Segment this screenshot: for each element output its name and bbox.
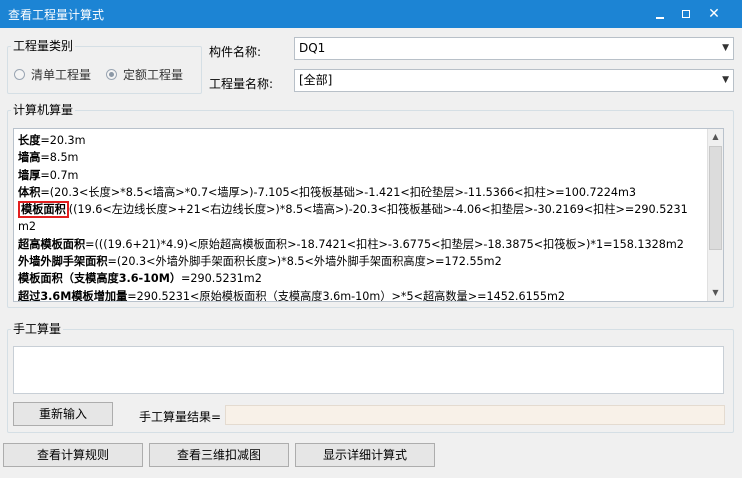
quantity-name-select[interactable]: [全部] ▼ (294, 69, 734, 92)
component-name-select[interactable]: DQ1 ▼ (294, 37, 734, 60)
title-bar[interactable]: 查看工程量计算式 ✕ (0, 0, 742, 28)
radio-circle-bill (14, 69, 25, 80)
maximize-icon[interactable] (676, 4, 696, 24)
calc-formula-window: 查看工程量计算式 ✕ 工程量类别 清单工程量 定额工程量 构件名称: DQ1 ▼… (0, 0, 742, 478)
reenter-button[interactable]: 重新输入 (13, 402, 113, 426)
view-calc-rules-button[interactable]: 查看计算规则 (3, 443, 143, 467)
calc-line: 超过3.6M模板增加量=290.5231<原始模板面积（支模高度3.6m-10m… (18, 288, 708, 302)
calc-line: 长度=20.3m (18, 132, 708, 149)
calc-line-text: =8.5m (40, 151, 79, 165)
calc-line: 墙厚=0.7m (18, 167, 708, 184)
radio-quota-label: 定额工程量 (123, 68, 184, 82)
calc-line-text: ((19.6<左边线长度>+21<右边线长度>)*8.5<墙高>)-20.3<扣… (68, 203, 688, 217)
radio-circle-quota (106, 69, 117, 80)
scroll-down-icon[interactable]: ▼ (708, 285, 723, 301)
calc-lines: 长度=20.3m 墙高=8.5m 墙厚=0.7m 体积=(20.3<长度>*8.… (18, 132, 708, 302)
calc-line: 超高模板面积=(((19.6+21)*4.9)<原始超高模板面积>-18.742… (18, 236, 708, 253)
component-name-label: 构件名称: (209, 45, 262, 59)
calc-line-text: =0.7m (40, 168, 79, 182)
scroll-up-icon[interactable]: ▲ (708, 129, 723, 145)
vertical-scrollbar[interactable]: ▲ ▼ (707, 129, 723, 301)
calc-line-text: m2 (18, 220, 37, 234)
chevron-down-icon: ▼ (722, 75, 729, 85)
calc-line-text: =(20.3<长度>*8.5<墙高>*0.7<墙厚>)-7.105<扣筏板基础>… (40, 185, 637, 199)
calc-line-highlighted: 模板面积 ((19.6<左边线长度>+21<右边线长度>)*8.5<墙高>)-20… (18, 201, 708, 219)
scroll-thumb[interactable] (709, 146, 722, 250)
close-icon[interactable]: ✕ (704, 4, 724, 24)
chevron-down-icon: ▼ (722, 43, 729, 53)
highlighted-formwork-area: 模板面积 (18, 201, 69, 219)
manual-result-label: 手工算量结果= (139, 410, 222, 424)
calc-line-head: 模板面积（支模高度3.6-10M） (18, 272, 182, 286)
show-detailed-formula-button[interactable]: 显示详细计算式 (295, 443, 435, 467)
calc-line-text: =290.5231m2 (181, 272, 262, 286)
manual-result-field (225, 405, 725, 425)
minimize-icon[interactable] (650, 4, 670, 24)
quantity-name-value: [全部] (299, 73, 333, 87)
calc-line: 体积=(20.3<长度>*8.5<墙高>*0.7<墙厚>)-7.105<扣筏板基… (18, 184, 708, 201)
calc-line: 外墙外脚手架面积=(20.3<外墙外脚手架面积长度>)*8.5<外墙外脚手架面积… (18, 253, 708, 270)
calc-line-text: =20.3m (40, 134, 86, 147)
calc-line-head: 墙高 (18, 151, 41, 165)
radio-quota-quantity[interactable]: 定额工程量 (106, 66, 183, 83)
computer-calc-label: 计算机算量 (11, 101, 76, 118)
calc-line: 墙高=8.5m (18, 149, 708, 166)
calc-line-head: 超过3.6M模板增加量 (18, 289, 128, 302)
computer-calc-text[interactable]: 长度=20.3m 墙高=8.5m 墙厚=0.7m 体积=(20.3<长度>*8.… (13, 128, 724, 302)
calc-line-head: 外墙外脚手架面积 (18, 255, 108, 269)
calc-line-head: 长度 (18, 134, 41, 147)
calc-line: 模板面积（支模高度3.6-10M）=290.5231m2 (18, 270, 708, 287)
manual-calc-label: 手工算量 (11, 320, 64, 337)
radio-bill-label: 清单工程量 (31, 68, 92, 82)
view-3d-deduction-button[interactable]: 查看三维扣减图 (149, 443, 289, 467)
quantity-name-label: 工程量名称: (209, 77, 274, 91)
calc-line-text: =290.5231<原始模板面积（支模高度3.6m-10m）>*5<超高数量>=… (127, 289, 565, 302)
calc-line-head: 超高模板面积 (18, 237, 86, 251)
window-title: 查看工程量计算式 (8, 8, 105, 22)
radio-bill-quantity[interactable]: 清单工程量 (14, 66, 91, 83)
quantity-type-label: 工程量类别 (11, 37, 76, 54)
calc-line: m2 (18, 218, 708, 235)
calc-line-text: =(20.3<外墙外脚手架面积长度>)*8.5<外墙外脚手架面积高度>=172.… (107, 255, 502, 269)
calc-line-head: 体积 (18, 185, 41, 199)
manual-calc-input[interactable] (13, 346, 724, 394)
calc-line-head: 墙厚 (18, 168, 41, 182)
calc-line-text: =(((19.6+21)*4.9)<原始超高模板面积>-18.7421<扣柱>-… (85, 237, 684, 251)
component-name-value: DQ1 (299, 41, 326, 55)
